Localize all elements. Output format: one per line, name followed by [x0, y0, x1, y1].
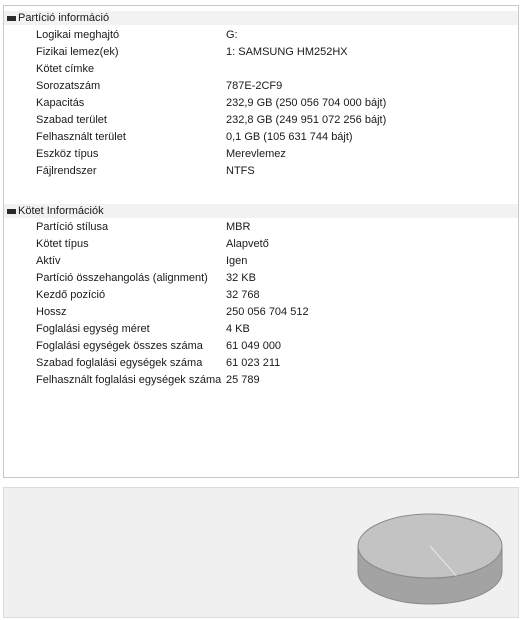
- prop-value: Igen: [226, 255, 248, 267]
- prop-label: Aktív: [36, 255, 61, 267]
- prop-row-free-space[interactable]: Szabad terület 232,8 GB (249 951 072 256…: [4, 112, 518, 129]
- prop-row-physical-disk[interactable]: Fizikai lemez(ek) 1: SAMSUNG HM252HX: [4, 44, 518, 61]
- prop-value: 0,1 GB (105 631 744 bájt): [226, 131, 353, 143]
- prop-label: Szabad terület: [36, 114, 107, 126]
- prop-row-alignment[interactable]: Partíció összehangolás (alignment) 32 KB: [4, 270, 518, 287]
- prop-value: 25 789: [226, 374, 260, 386]
- prop-label: Eszköz típus: [36, 148, 99, 160]
- properties-panel[interactable]: Partíció információ Logikai meghajtó G: …: [3, 5, 519, 478]
- prop-row-serial-number[interactable]: Sorozatszám 787E-2CF9: [4, 78, 518, 95]
- prop-value: 1: SAMSUNG HM252HX: [226, 46, 348, 58]
- section-title: Partíció információ: [18, 12, 110, 24]
- prop-value: 787E-2CF9: [226, 80, 283, 92]
- prop-row-free-clusters[interactable]: Szabad foglalási egységek száma 61 023 2…: [4, 355, 518, 372]
- prop-label: Foglalási egység méret: [36, 323, 150, 335]
- prop-row-volume-label[interactable]: Kötet címke: [4, 61, 518, 78]
- prop-label: Kötet típus: [36, 238, 89, 250]
- disk-usage-pie: [357, 513, 503, 605]
- prop-label: Fájlrendszer: [36, 165, 97, 177]
- volume-info-header[interactable]: Kötet Információk: [4, 204, 518, 218]
- prop-value: 232,8 GB (249 951 072 256 bájt): [226, 114, 387, 126]
- prop-value: 4 KB: [226, 323, 250, 335]
- prop-value: 61 023 211: [226, 357, 281, 369]
- prop-label: Partíció összehangolás (alignment): [36, 272, 208, 284]
- prop-row-used-space[interactable]: Felhasznált terület 0,1 GB (105 631 744 …: [4, 129, 518, 146]
- prop-label: Foglalási egységek összes száma: [36, 340, 203, 352]
- prop-label: Partíció stílusa: [36, 221, 109, 233]
- prop-value: G:: [226, 29, 238, 41]
- prop-row-used-clusters[interactable]: Felhasznált foglalási egységek száma 25 …: [4, 372, 518, 389]
- prop-value: 61 049 000: [226, 340, 282, 352]
- prop-value: 32 KB: [226, 272, 256, 284]
- prop-row-active[interactable]: Aktív Igen: [4, 253, 518, 270]
- prop-value: NTFS: [226, 165, 255, 177]
- prop-label: Kapacitás: [36, 97, 85, 109]
- prop-label: Kezdő pozíció: [36, 289, 106, 301]
- prop-value: Merevlemez: [226, 148, 286, 160]
- volume-info-list: Partíció stílusa MBR Kötet típus Alapvet…: [4, 219, 518, 389]
- prop-row-capacity[interactable]: Kapacitás 232,9 GB (250 056 704 000 bájt…: [4, 95, 518, 112]
- section-title: Kötet Információk: [18, 205, 104, 217]
- prop-label: Logikai meghajtó: [36, 29, 120, 41]
- prop-label: Szabad foglalási egységek száma: [36, 357, 203, 369]
- collapse-icon[interactable]: [7, 208, 16, 214]
- disk-usage-panel: [3, 487, 519, 618]
- prop-label: Kötet címke: [36, 63, 95, 75]
- prop-label: Felhasznált terület: [36, 131, 126, 143]
- prop-value: 232,9 GB (250 056 704 000 bájt): [226, 97, 387, 109]
- prop-row-cluster-size[interactable]: Foglalási egység méret 4 KB: [4, 321, 518, 338]
- prop-row-file-system[interactable]: Fájlrendszer NTFS: [4, 163, 518, 180]
- prop-value: MBR: [226, 221, 251, 233]
- partition-info-header[interactable]: Partíció információ: [4, 11, 518, 25]
- prop-row-volume-type[interactable]: Kötet típus Alapvető: [4, 236, 518, 253]
- prop-label: Fizikai lemez(ek): [36, 46, 119, 58]
- prop-value: 32 768: [226, 289, 260, 301]
- prop-label: Felhasznált foglalási egységek száma: [36, 374, 222, 386]
- prop-row-length[interactable]: Hossz 250 056 704 512: [4, 304, 518, 321]
- prop-value: 250 056 704 512: [226, 306, 309, 318]
- prop-row-start-position[interactable]: Kezdő pozíció 32 768: [4, 287, 518, 304]
- prop-label: Hossz: [36, 306, 67, 318]
- collapse-icon[interactable]: [7, 15, 16, 21]
- prop-row-partition-style[interactable]: Partíció stílusa MBR: [4, 219, 518, 236]
- prop-label: Sorozatszám: [36, 80, 101, 92]
- prop-row-total-clusters[interactable]: Foglalási egységek összes száma 61 049 0…: [4, 338, 518, 355]
- prop-row-logical-drive[interactable]: Logikai meghajtó G:: [4, 27, 518, 44]
- prop-value: Alapvető: [226, 238, 269, 250]
- partition-info-list: Logikai meghajtó G: Fizikai lemez(ek) 1:…: [4, 27, 518, 180]
- prop-row-device-type[interactable]: Eszköz típus Merevlemez: [4, 146, 518, 163]
